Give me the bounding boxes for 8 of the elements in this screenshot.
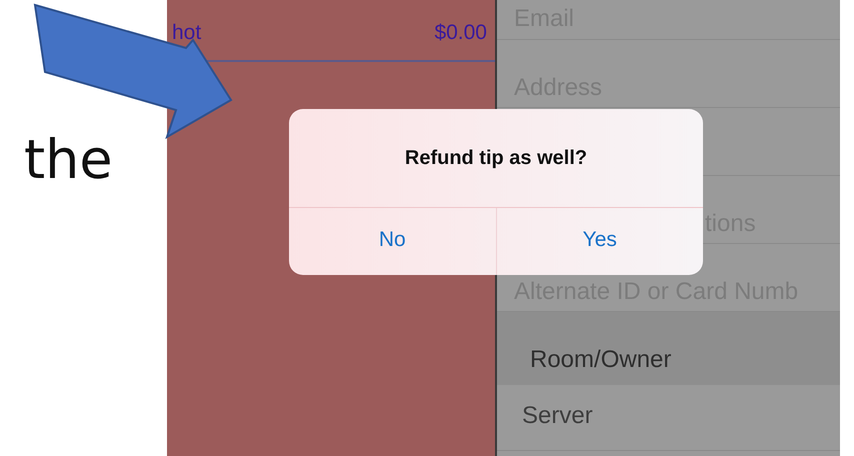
yes-button[interactable]: Yes: [496, 208, 703, 275]
section-header: Room/Owner: [530, 346, 672, 374]
slide-text: the: [24, 128, 113, 191]
item-price: $0.00: [434, 21, 487, 45]
row-label[interactable]: Server: [522, 402, 593, 430]
alert-title: Refund tip as well?: [404, 146, 588, 170]
item-name: hot: [172, 21, 202, 45]
no-button[interactable]: No: [289, 208, 496, 275]
